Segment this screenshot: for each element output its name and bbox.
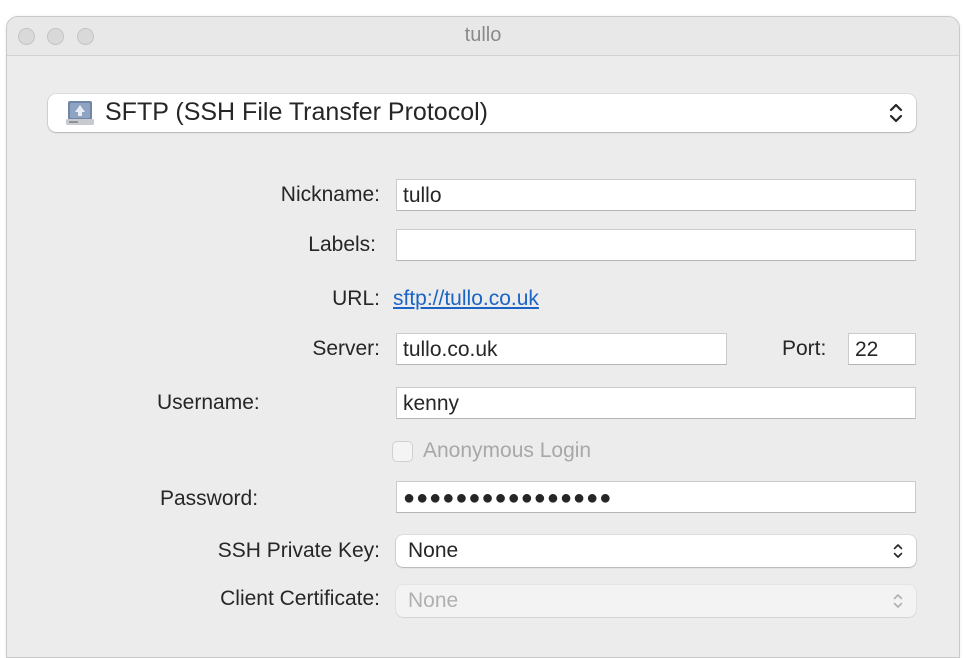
nickname-field[interactable]: tullo — [396, 179, 916, 211]
anonymous-login-checkbox[interactable] — [392, 441, 413, 462]
labels-field[interactable] — [396, 229, 916, 261]
password-field[interactable]: ●●●●●●●●●●●●●●●● — [396, 481, 916, 513]
username-field[interactable]: kenny — [396, 387, 916, 419]
client-certificate-popup[interactable]: None — [396, 585, 916, 617]
client-certificate-value: None — [408, 589, 459, 612]
ssh-private-key-popup[interactable]: None — [396, 535, 916, 567]
client-certificate-label: Client Certificate: — [220, 587, 380, 610]
ssh-private-key-value: None — [408, 539, 459, 562]
bookmark-window: tullo SFTP (SSH File Transfer Protocol) … — [6, 16, 960, 658]
chevron-updown-icon — [893, 594, 903, 608]
window-title: tullo — [464, 24, 502, 46]
network-drive-icon — [66, 101, 94, 125]
port-label: Port: — [782, 337, 827, 360]
server-field[interactable]: tullo.co.uk — [396, 333, 727, 365]
server-label: Server: — [312, 337, 380, 360]
title-bar: tullo — [7, 17, 959, 56]
chevron-updown-icon — [893, 544, 903, 558]
url-label: URL: — [332, 287, 380, 310]
labels-label: Labels: — [308, 233, 376, 256]
ssh-private-key-label: SSH Private Key: — [217, 539, 380, 562]
password-label: Password: — [160, 487, 259, 510]
chevron-updown-icon — [889, 103, 903, 123]
protocol-selected: SFTP (SSH File Transfer Protocol) — [105, 98, 488, 126]
port-field[interactable]: 22 — [848, 333, 916, 365]
protocol-popup[interactable]: SFTP (SSH File Transfer Protocol) — [48, 94, 916, 132]
url-link[interactable]: sftp://tullo.co.uk — [393, 287, 539, 311]
anonymous-login-label: Anonymous Login — [423, 439, 592, 462]
nickname-label: Nickname: — [280, 183, 380, 206]
username-label: Username: — [157, 391, 260, 414]
